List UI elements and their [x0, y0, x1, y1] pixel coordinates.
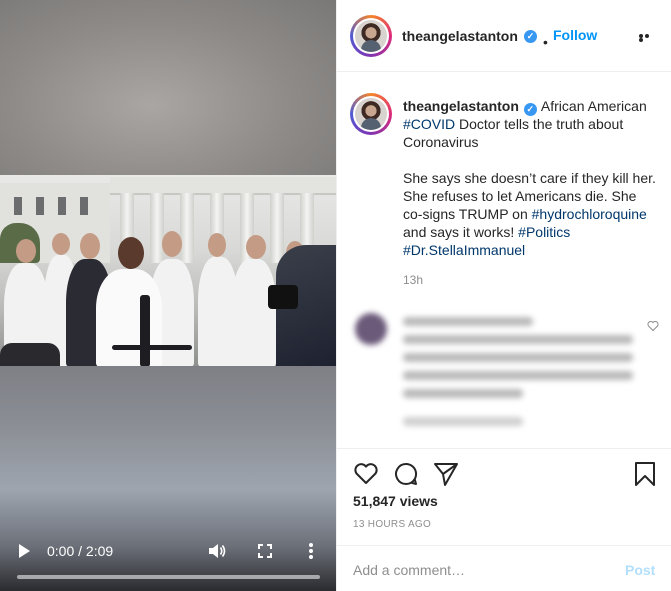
hashtag-dr-stellaimmanuel[interactable]: #Dr.StellaImmanuel: [403, 242, 525, 258]
posted-time: 13 HOURS AGO: [353, 519, 432, 530]
post-sidebar: theangelastanton ✓ • Follow theangelasta…: [336, 0, 671, 591]
more-options-icon[interactable]: [639, 34, 655, 42]
verified-badge-icon: ✓: [524, 30, 537, 43]
separator-dot: •: [543, 34, 548, 50]
post-caption: theangelastanton ✓ African American #COV…: [403, 97, 659, 259]
comment-icon[interactable]: [393, 461, 419, 487]
caption-avatar[interactable]: [350, 93, 392, 135]
caption-timestamp: 13h: [403, 273, 424, 287]
comment-input[interactable]: [353, 560, 593, 580]
caption-paragraph-2: She says she doesn’t care if they kill h…: [403, 170, 656, 258]
video-frame: [0, 175, 336, 367]
person: [232, 259, 276, 367]
heart-icon[interactable]: [353, 461, 379, 487]
verified-badge-icon: ✓: [523, 103, 537, 116]
fullscreen-icon[interactable]: [258, 544, 272, 558]
blurred-comment: [355, 313, 655, 438]
bookmark-icon[interactable]: [632, 461, 658, 487]
avatar[interactable]: [350, 15, 392, 57]
hashtag-covid[interactable]: #COVID: [403, 116, 455, 132]
follow-button[interactable]: Follow: [553, 27, 597, 43]
microphone-stand: [140, 295, 150, 367]
more-options-icon[interactable]: [308, 543, 314, 559]
camera-operator: [268, 245, 336, 367]
video-blur-top: [0, 0, 336, 175]
caption-username[interactable]: theangelastanton: [403, 98, 519, 114]
volume-icon[interactable]: [208, 543, 226, 559]
video-player[interactable]: 0:00 / 2:09: [0, 0, 336, 591]
post-header: theangelastanton ✓ • Follow: [337, 0, 671, 72]
paper-plane-icon[interactable]: [433, 461, 459, 487]
comment-like-heart-icon[interactable]: [647, 320, 659, 332]
caption-paragraph-1: theangelastanton ✓ African American #COV…: [403, 98, 647, 150]
hashtag-hydrochloroquine[interactable]: #hydrochloroquine: [532, 206, 647, 222]
post-actions: [337, 448, 671, 498]
post-button[interactable]: Post: [625, 562, 655, 578]
hashtag-politics[interactable]: #Politics: [518, 224, 570, 240]
comment-box: Post: [337, 545, 671, 591]
play-icon[interactable]: [19, 544, 30, 558]
video-controls: 0:00 / 2:09: [0, 530, 336, 570]
speaker: [96, 269, 162, 367]
view-count: 51,847 views: [353, 493, 438, 509]
video-time: 0:00 / 2:09: [47, 543, 114, 559]
header-username[interactable]: theangelastanton: [402, 28, 518, 44]
video-progress-bar[interactable]: [17, 575, 320, 579]
